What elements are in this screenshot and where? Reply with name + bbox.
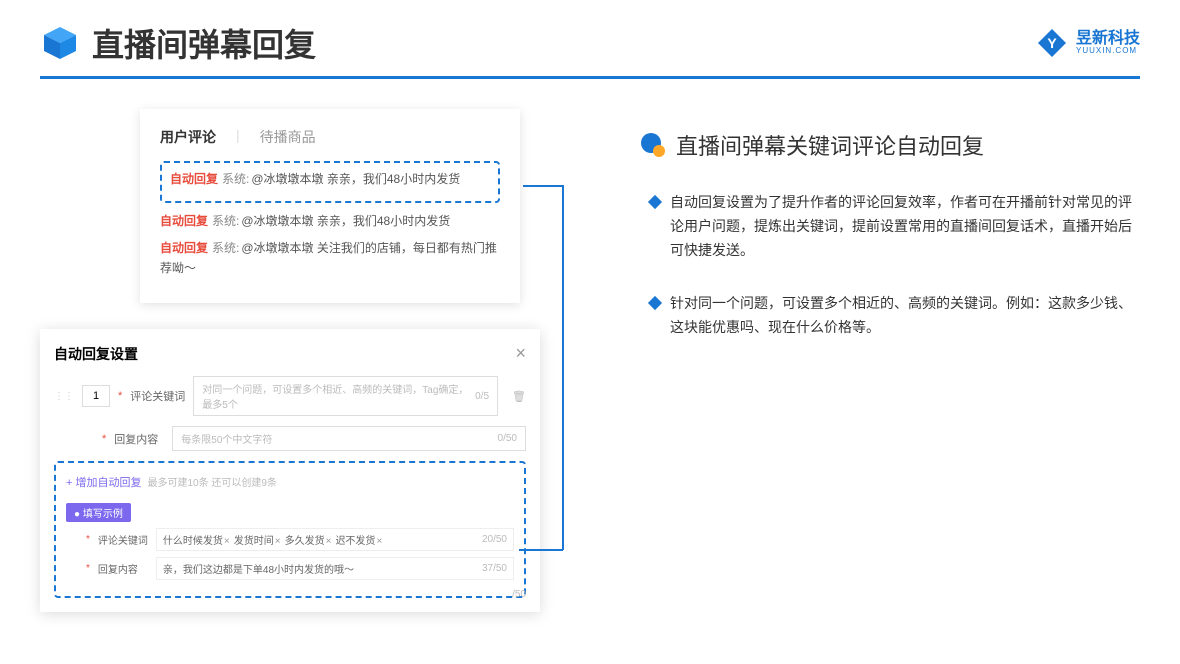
connector-line (562, 185, 564, 550)
char-count: 37/50 (482, 563, 507, 574)
example-keyword-label: 评论关键词 (98, 532, 148, 547)
section-subtitle: 直播间弹幕关键词评论自动回复 (676, 129, 984, 161)
title-wrap: 直播间弹幕回复 (40, 20, 316, 66)
cube-icon (40, 23, 80, 63)
connector-line (519, 549, 563, 551)
description-area: 直播间弹幕关键词评论自动回复 自动回复设置为了提升作者的评论回复效率，作者可在开… (640, 109, 1140, 609)
char-count: 20/50 (482, 534, 507, 545)
example-section: + 增加自动回复最多可建10条 还可以创建9条 ● 填写示例 * 评论关键词 什… (54, 461, 526, 598)
screenshot-area: 用户评论 | 待播商品 自动回复系统:@冰墩墩本墩 亲亲，我们48小时内发货 自… (40, 109, 600, 609)
example-badge: ● 填写示例 (66, 503, 131, 522)
char-count: 0/5 (475, 391, 489, 402)
bullet-text: 自动回复设置为了提升作者的评论回复效率，作者可在开播前针对常见的评论用户问题，提… (670, 191, 1140, 262)
diamond-icon (648, 195, 662, 209)
system-tag: 系统: (212, 241, 239, 255)
system-tag: 系统: (212, 214, 239, 228)
add-hint: 最多可建10条 还可以创建9条 (147, 478, 276, 489)
required-mark: * (118, 390, 122, 402)
example-content-label: 回复内容 (98, 561, 148, 576)
row-number: 1 (82, 385, 110, 407)
content-input[interactable]: 每条限50个中文字符0/50 (172, 426, 526, 451)
page-title: 直播间弹幕回复 (92, 20, 316, 66)
svg-text:Y: Y (1047, 35, 1057, 51)
delete-icon[interactable]: 🗑 (512, 390, 526, 403)
message-text: @冰墩墩本墩 亲亲，我们48小时内发货 (251, 172, 460, 186)
char-count: 0/50 (498, 433, 517, 444)
bullet-item: 自动回复设置为了提升作者的评论回复效率，作者可在开播前针对常见的评论用户问题，提… (650, 191, 1140, 262)
auto-reply-tag: 自动回复 (160, 241, 208, 255)
keyword-label: 评论关键词 (130, 388, 185, 404)
brand-name-cn: 昱新科技 (1076, 31, 1140, 47)
required-mark: * (86, 534, 90, 545)
tab-user-comments[interactable]: 用户评论 (160, 127, 216, 147)
message-text: @冰墩墩本墩 关注我们的店铺，每日都有热门推荐呦～ (160, 241, 497, 275)
bottom-count: /50 (512, 589, 526, 600)
bullet-item: 针对同一个问题，可设置多个相近的、高频的关键词。例如：这款多少钱、这块能优惠吗、… (650, 292, 1140, 340)
bullet-text: 针对同一个问题，可设置多个相近的、高频的关键词。例如：这款多少钱、这块能优惠吗、… (670, 292, 1140, 340)
diamond-icon (648, 296, 662, 310)
comment-panel: 用户评论 | 待播商品 自动回复系统:@冰墩墩本墩 亲亲，我们48小时内发货 自… (140, 109, 520, 303)
message-text: @冰墩墩本墩 亲亲，我们48小时内发货 (241, 214, 450, 228)
connector-line (523, 185, 563, 187)
auto-reply-tag: 自动回复 (160, 214, 208, 228)
add-auto-reply-link[interactable]: + 增加自动回复 (66, 477, 141, 489)
settings-panel: 自动回复设置 × ⋮⋮ 1 * 评论关键词 对同一个问题，可设置多个相近、高频的… (40, 329, 540, 612)
brand-name-en: YUUXIN.COM (1076, 47, 1140, 55)
highlighted-message: 自动回复系统:@冰墩墩本墩 亲亲，我们48小时内发货 (160, 161, 500, 203)
content-label: 回复内容 (114, 431, 164, 447)
tab-separator: | (236, 127, 240, 147)
tab-pending-goods[interactable]: 待播商品 (260, 127, 316, 147)
auto-reply-tag: 自动回复 (170, 172, 218, 186)
drag-handle-icon[interactable]: ⋮⋮ (54, 391, 74, 402)
required-mark: * (86, 563, 90, 574)
tag-list: 什么时候发货×发货时间×多久发货×迟不发货× (163, 532, 386, 547)
close-icon[interactable]: × (515, 343, 526, 364)
brand-logo: Y 昱新科技 YUUXIN.COM (1036, 27, 1140, 59)
chat-bubble-icon (640, 132, 666, 158)
keyword-input[interactable]: 对同一个问题，可设置多个相近、高频的关键词，Tag确定，最多5个0/5 (193, 376, 498, 416)
example-keyword-input[interactable]: 什么时候发货×发货时间×多久发货×迟不发货× 20/50 (156, 528, 514, 551)
brand-icon: Y (1036, 27, 1068, 59)
settings-title: 自动回复设置 (54, 344, 138, 364)
header: 直播间弹幕回复 Y 昱新科技 YUUXIN.COM (0, 0, 1180, 76)
example-content-input[interactable]: 亲，我们这边都是下单48小时内发货的哦～37/50 (156, 557, 514, 580)
system-tag: 系统: (222, 172, 249, 186)
required-mark: * (102, 433, 106, 445)
